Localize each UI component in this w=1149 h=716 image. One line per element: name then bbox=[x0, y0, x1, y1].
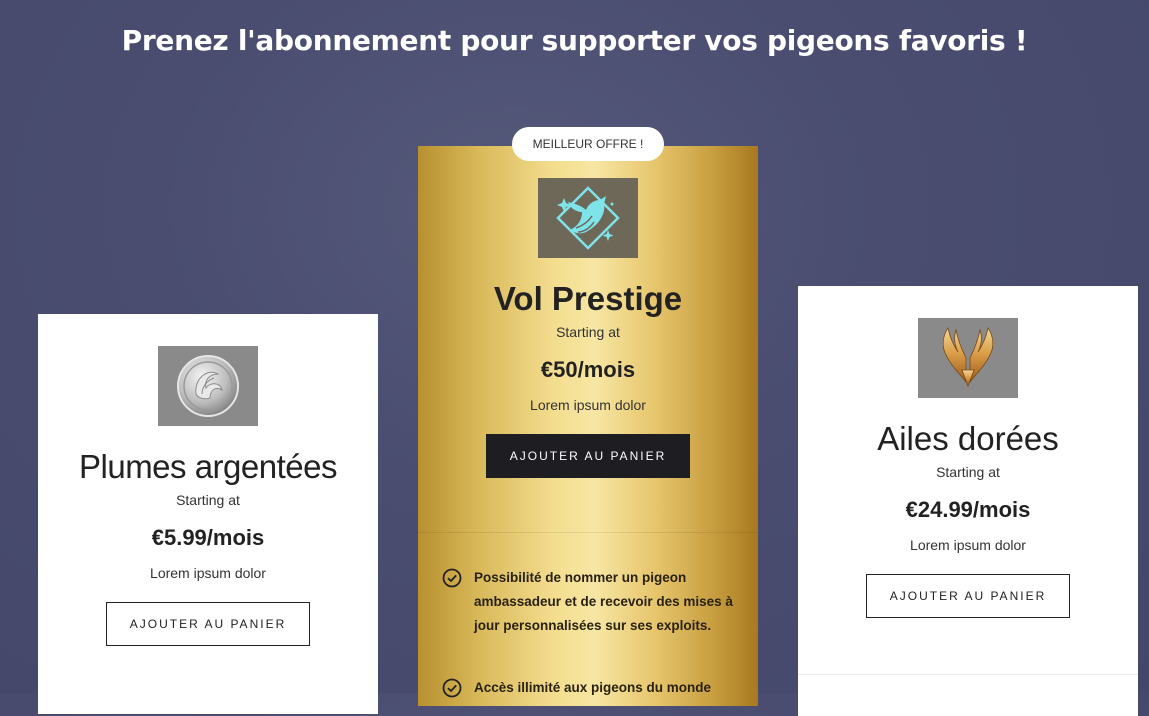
dove-diamond-icon bbox=[538, 178, 638, 258]
plan-name: Plumes argentées bbox=[79, 448, 337, 485]
plan-name: Vol Prestige bbox=[493, 280, 683, 317]
add-to-cart-button[interactable]: AJOUTER AU PANIER bbox=[486, 434, 690, 478]
starting-at-label: Starting at bbox=[936, 464, 1000, 480]
plan-card-plumes-argentees: Plumes argentées Starting at €5.99/mois … bbox=[38, 314, 378, 714]
plan-description: Lorem ipsum dolor bbox=[530, 397, 646, 413]
silver-feather-emblem-icon bbox=[158, 346, 258, 426]
plan-description: Lorem ipsum dolor bbox=[150, 565, 266, 581]
starting-at-label: Starting at bbox=[176, 492, 240, 508]
check-circle-icon bbox=[442, 568, 462, 588]
divider bbox=[798, 674, 1138, 675]
feature-text: Accès illimité aux pigeons du monde bbox=[474, 680, 712, 695]
plan-card-vol-prestige: Vol Prestige Starting at €50/mois Lorem … bbox=[418, 146, 758, 706]
starting-at-label: Starting at bbox=[556, 324, 620, 340]
page-title: Prenez l'abonnement pour supporter vos p… bbox=[121, 24, 1028, 57]
feature-text: Possibilité de nommer un pigeon ambassad… bbox=[474, 570, 733, 633]
add-to-cart-button[interactable]: AJOUTER AU PANIER bbox=[106, 602, 310, 646]
divider bbox=[418, 532, 758, 533]
plan-card-ailes-dorees: Ailes dorées Starting at €24.99/mois Lor… bbox=[798, 286, 1138, 716]
plan-price: €5.99/mois bbox=[151, 525, 265, 550]
feature-item: Accès illimité aux pigeons du monde bbox=[442, 676, 734, 700]
plan-description: Lorem ipsum dolor bbox=[910, 537, 1026, 553]
plan-price: €24.99/mois bbox=[905, 497, 1031, 522]
check-circle-icon bbox=[442, 678, 462, 698]
add-to-cart-button[interactable]: AJOUTER AU PANIER bbox=[866, 574, 1070, 618]
golden-wings-icon bbox=[918, 318, 1018, 398]
feature-item: Possibilité de nommer un pigeon ambassad… bbox=[442, 566, 734, 638]
plan-price: €50/mois bbox=[540, 357, 636, 382]
plan-name: Ailes dorées bbox=[877, 420, 1059, 457]
best-offer-badge: MEILLEUR OFFRE ! bbox=[512, 127, 664, 161]
